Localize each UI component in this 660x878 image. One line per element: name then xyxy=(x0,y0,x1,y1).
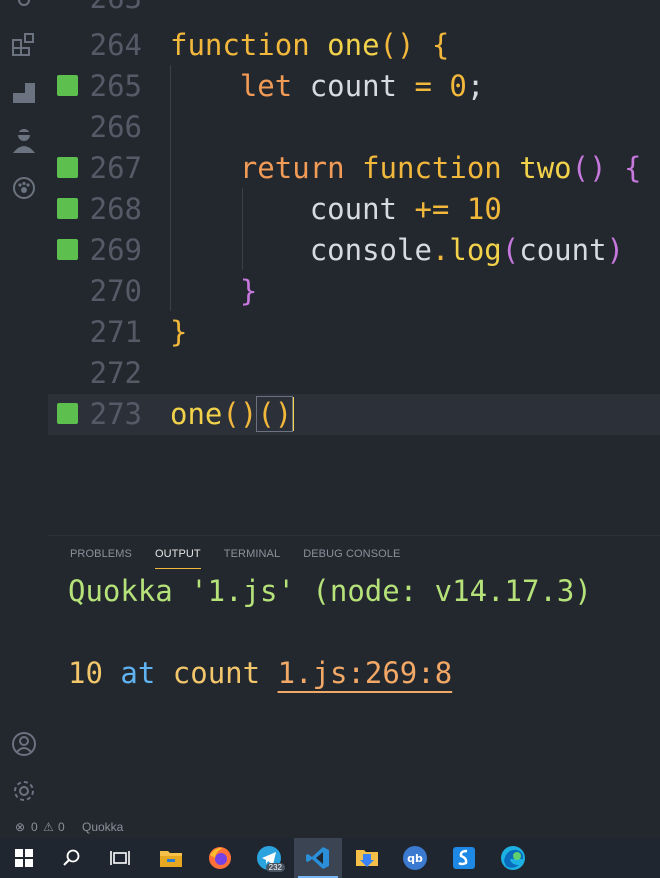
line-number: 267 xyxy=(89,151,142,185)
warning-icon[interactable]: ⚠ xyxy=(43,820,54,834)
code-line: 266 xyxy=(48,107,660,148)
code-line: 263 xyxy=(48,0,660,19)
line-number: 268 xyxy=(89,192,142,226)
downloads-folder-icon[interactable] xyxy=(343,838,391,878)
account-avatar-icon[interactable] xyxy=(10,126,38,154)
notification-badge: 232 xyxy=(265,863,285,872)
tab-output[interactable]: OUTPUT xyxy=(154,546,201,569)
windows-start-icon[interactable] xyxy=(0,838,48,878)
error-count[interactable]: 0 xyxy=(31,820,38,834)
line-number: 265 xyxy=(89,69,142,103)
tab-terminal[interactable]: TERMINAL xyxy=(224,546,280,572)
line-number: 266 xyxy=(89,110,142,144)
coverage-marker xyxy=(57,198,78,219)
warning-count[interactable]: 0 xyxy=(58,820,65,834)
output-panel: PROBLEMS OUTPUT TERMINAL DEBUG CONSOLE Q… xyxy=(48,535,660,818)
code-line: 269 console.log(count) xyxy=(48,230,660,271)
coverage-marker xyxy=(57,157,78,178)
code-text: count += 10 xyxy=(309,192,502,226)
code-text: return function two() { xyxy=(239,151,642,185)
coverage-marker xyxy=(57,403,78,424)
code-line: 265 let count = 0; xyxy=(48,66,660,107)
line-number: 271 xyxy=(89,315,142,349)
task-view-icon[interactable] xyxy=(96,838,144,878)
qbittorrent-icon[interactable]: qb xyxy=(391,838,439,878)
sandbox-icon[interactable] xyxy=(440,838,488,878)
log-value: 10 xyxy=(68,656,103,690)
code-text: one()() xyxy=(170,396,295,432)
paw-icon[interactable] xyxy=(10,174,38,202)
telegram-icon[interactable]: 232 xyxy=(245,838,293,878)
code-line: 268 count += 10 xyxy=(48,189,660,230)
vscode-icon[interactable] xyxy=(294,838,342,878)
accounts-icon[interactable] xyxy=(10,730,38,758)
line-number: 273 xyxy=(89,397,142,431)
code-text: console.log(count) xyxy=(309,233,625,267)
windows-taskbar: 232 qb xyxy=(0,838,660,878)
text-cursor xyxy=(292,397,295,431)
code-line-current: 273 one()() xyxy=(48,394,660,435)
code-editor[interactable]: 263 264 function one() { 265 let count =… xyxy=(48,0,660,535)
gear-icon[interactable] xyxy=(10,777,38,805)
remote-explorer-icon[interactable] xyxy=(10,78,38,106)
panel-tabs: PROBLEMS OUTPUT TERMINAL DEBUG CONSOLE xyxy=(70,546,400,572)
search-icon[interactable] xyxy=(48,838,96,878)
tab-problems[interactable]: PROBLEMS xyxy=(70,546,132,572)
line-number: 269 xyxy=(89,233,142,267)
line-number: 263 xyxy=(86,0,142,15)
code-text: } xyxy=(170,315,188,349)
line-number: 264 xyxy=(89,28,142,62)
coverage-marker xyxy=(57,239,78,260)
activity-bar xyxy=(0,0,48,817)
log-name: count xyxy=(172,656,261,690)
code-line: 271 } xyxy=(48,312,660,353)
code-line: 272 xyxy=(48,353,660,394)
extensions-icon[interactable] xyxy=(10,30,38,58)
edge-icon[interactable] xyxy=(489,838,537,878)
code-line: 267 return function two() { xyxy=(48,148,660,189)
output-log-line: 10 at count 1.js:269:8 xyxy=(68,656,452,690)
code-text: let count = 0; xyxy=(239,69,485,103)
line-number: 270 xyxy=(89,274,142,308)
error-icon[interactable]: ⊗ xyxy=(15,820,25,834)
source-link[interactable]: 1.js:269:8 xyxy=(278,656,453,690)
code-text: } xyxy=(239,274,258,308)
output-header: Quokka '1.js' (node: v14.17.3) xyxy=(68,574,592,608)
code-line: 264 function one() { xyxy=(48,25,660,66)
firefox-icon[interactable] xyxy=(196,838,244,878)
line-number: 272 xyxy=(89,356,142,390)
log-at: at xyxy=(120,656,156,690)
code-text: function one() { xyxy=(170,28,450,62)
status-bar: ⊗ 0 ⚠ 0 Quokka xyxy=(0,817,660,838)
tab-debug-console[interactable]: DEBUG CONSOLE xyxy=(303,546,400,572)
debug-icon[interactable] xyxy=(10,0,38,14)
quokka-status[interactable]: Quokka xyxy=(82,820,123,834)
file-explorer-icon[interactable] xyxy=(147,838,195,878)
coverage-marker xyxy=(57,75,78,96)
svg-text:qb: qb xyxy=(407,852,423,865)
code-line: 270 } xyxy=(48,271,660,312)
